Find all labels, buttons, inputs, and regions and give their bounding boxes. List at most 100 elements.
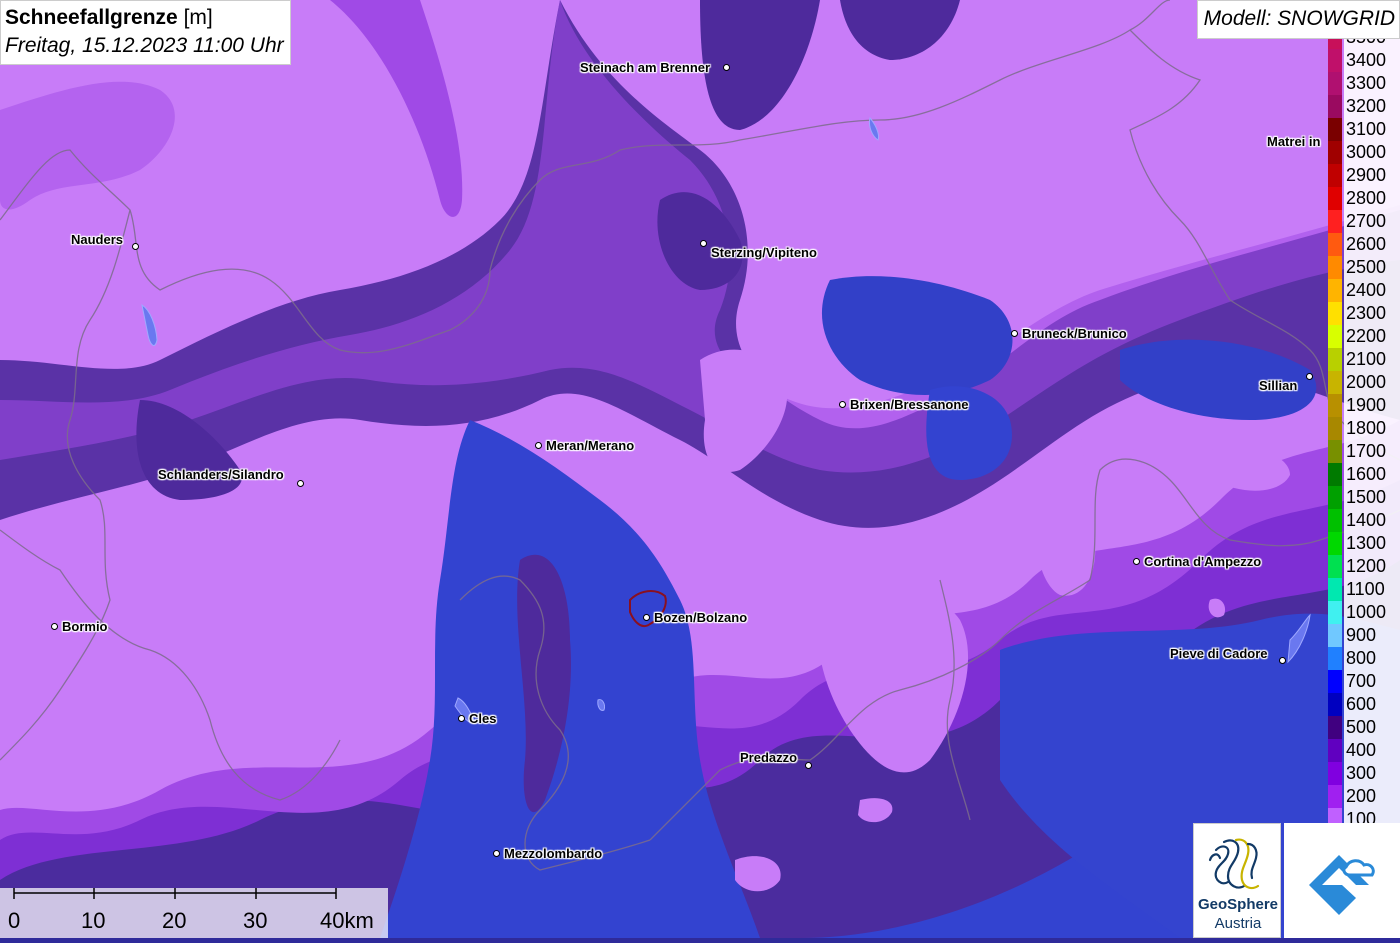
city-label[interactable]: Mezzolombardo [504, 846, 602, 862]
legend-swatch [1328, 302, 1342, 325]
legend-label: 2400 [1344, 279, 1400, 302]
legend-label: 3200 [1344, 95, 1400, 118]
geosphere-logo-text: GeoSphere [1197, 896, 1279, 913]
city-marker[interactable] [534, 441, 542, 449]
legend-entry: 3400 [1328, 49, 1400, 72]
legend-entry: 1500 [1328, 486, 1400, 509]
city-marker[interactable] [492, 849, 500, 857]
city-marker[interactable] [722, 63, 730, 71]
legend-entry: 1600 [1328, 463, 1400, 486]
legend-swatch [1328, 601, 1342, 624]
map-datetime: Freitag, 15.12.2023 11:00 Uhr [5, 34, 284, 57]
legend-label: 3000 [1344, 141, 1400, 164]
legend-entry: 600 [1328, 693, 1400, 716]
legend-entry: 2200 [1328, 325, 1400, 348]
legend-entry: 2700 [1328, 210, 1400, 233]
legend-entry: 700 [1328, 670, 1400, 693]
city-label[interactable]: Cles [469, 711, 496, 727]
legend-entry: 2100 [1328, 348, 1400, 371]
legend-swatch [1328, 578, 1342, 601]
city-label[interactable]: Sterzing/Vipiteno [711, 245, 817, 261]
color-legend: 3500340033003200310030002900280027002600… [1328, 26, 1400, 831]
legend-entry: 2500 [1328, 256, 1400, 279]
legend-entry: 1300 [1328, 532, 1400, 555]
legend-label: 1500 [1344, 486, 1400, 509]
city-marker[interactable] [50, 622, 58, 630]
legend-label: 900 [1344, 624, 1400, 647]
legend-label: 2000 [1344, 371, 1400, 394]
legend-swatch [1328, 233, 1342, 256]
legend-swatch [1328, 95, 1342, 118]
city-marker[interactable] [642, 613, 650, 621]
scale-label-40: 40km [320, 908, 374, 933]
legend-entry: 1700 [1328, 440, 1400, 463]
geosphere-logo-subtext: Austria [1214, 915, 1262, 932]
legend-label: 2300 [1344, 302, 1400, 325]
city-label[interactable]: Bormio [62, 619, 108, 635]
city-marker[interactable] [1305, 372, 1313, 380]
city-label[interactable]: Bozen/Bolzano [654, 610, 747, 626]
legend-label: 2200 [1344, 325, 1400, 348]
legend-entry: 2000 [1328, 371, 1400, 394]
city-label[interactable]: Matrei in [1267, 134, 1320, 150]
legend-swatch [1328, 210, 1342, 233]
legend-swatch [1328, 624, 1342, 647]
legend-swatch [1328, 49, 1342, 72]
legend-entry: 3200 [1328, 95, 1400, 118]
legend-label: 3100 [1344, 118, 1400, 141]
legend-swatch [1328, 371, 1342, 394]
legend-swatch [1328, 348, 1342, 371]
city-label[interactable]: Bruneck/Brunico [1022, 326, 1127, 342]
city-marker[interactable] [1010, 329, 1018, 337]
snow-app-logo[interactable] [1284, 823, 1400, 938]
legend-label: 700 [1344, 670, 1400, 693]
legend-label: 2700 [1344, 210, 1400, 233]
city-label[interactable]: Brixen/Bressanone [850, 397, 969, 413]
legend-label: 1700 [1344, 440, 1400, 463]
scale-label-10: 10 [81, 908, 106, 933]
city-marker[interactable] [457, 714, 465, 722]
legend-entry: 1000 [1328, 601, 1400, 624]
city-label[interactable]: Predazzo [740, 750, 797, 766]
city-marker[interactable] [699, 239, 707, 247]
city-label[interactable]: Schlanders/Silandro [158, 467, 284, 483]
geosphere-logo[interactable]: GeoSphere Austria [1193, 823, 1281, 938]
legend-label: 1400 [1344, 509, 1400, 532]
legend-label: 600 [1344, 693, 1400, 716]
legend-entry: 1900 [1328, 394, 1400, 417]
city-marker[interactable] [1132, 557, 1140, 565]
city-marker[interactable] [296, 479, 304, 487]
city-label[interactable]: Cortina d'Ampezzo [1144, 554, 1261, 570]
legend-entry: 1400 [1328, 509, 1400, 532]
city-marker[interactable] [804, 761, 812, 769]
legend-label: 1900 [1344, 394, 1400, 417]
legend-swatch [1328, 693, 1342, 716]
scale-bar: 0 10 20 30 40km [0, 888, 388, 938]
legend-swatch [1328, 187, 1342, 210]
legend-entry: 3300 [1328, 72, 1400, 95]
legend-swatch [1328, 716, 1342, 739]
legend-label: 300 [1344, 762, 1400, 785]
legend-swatch [1328, 647, 1342, 670]
legend-swatch [1328, 739, 1342, 762]
model-label: Modell: SNOWGRID [1196, 0, 1400, 39]
scale-label-0: 0 [8, 908, 21, 933]
legend-swatch [1328, 555, 1342, 578]
legend-swatch [1328, 486, 1342, 509]
city-label[interactable]: Sillian [1259, 378, 1297, 394]
legend-entry: 2900 [1328, 164, 1400, 187]
legend-entry: 1800 [1328, 417, 1400, 440]
city-label[interactable]: Meran/Merano [546, 438, 634, 454]
city-label[interactable]: Steinach am Brenner [580, 60, 710, 76]
city-marker[interactable] [838, 400, 846, 408]
city-label[interactable]: Pieve di Cadore [1170, 646, 1268, 662]
legend-label: 1200 [1344, 555, 1400, 578]
legend-label: 1300 [1344, 532, 1400, 555]
legend-swatch [1328, 72, 1342, 95]
city-marker[interactable] [1278, 656, 1286, 664]
legend-label: 200 [1344, 785, 1400, 808]
city-marker[interactable] [131, 242, 139, 250]
legend-entry: 400 [1328, 739, 1400, 762]
legend-label: 1100 [1344, 578, 1400, 601]
city-label[interactable]: Nauders [71, 232, 123, 248]
